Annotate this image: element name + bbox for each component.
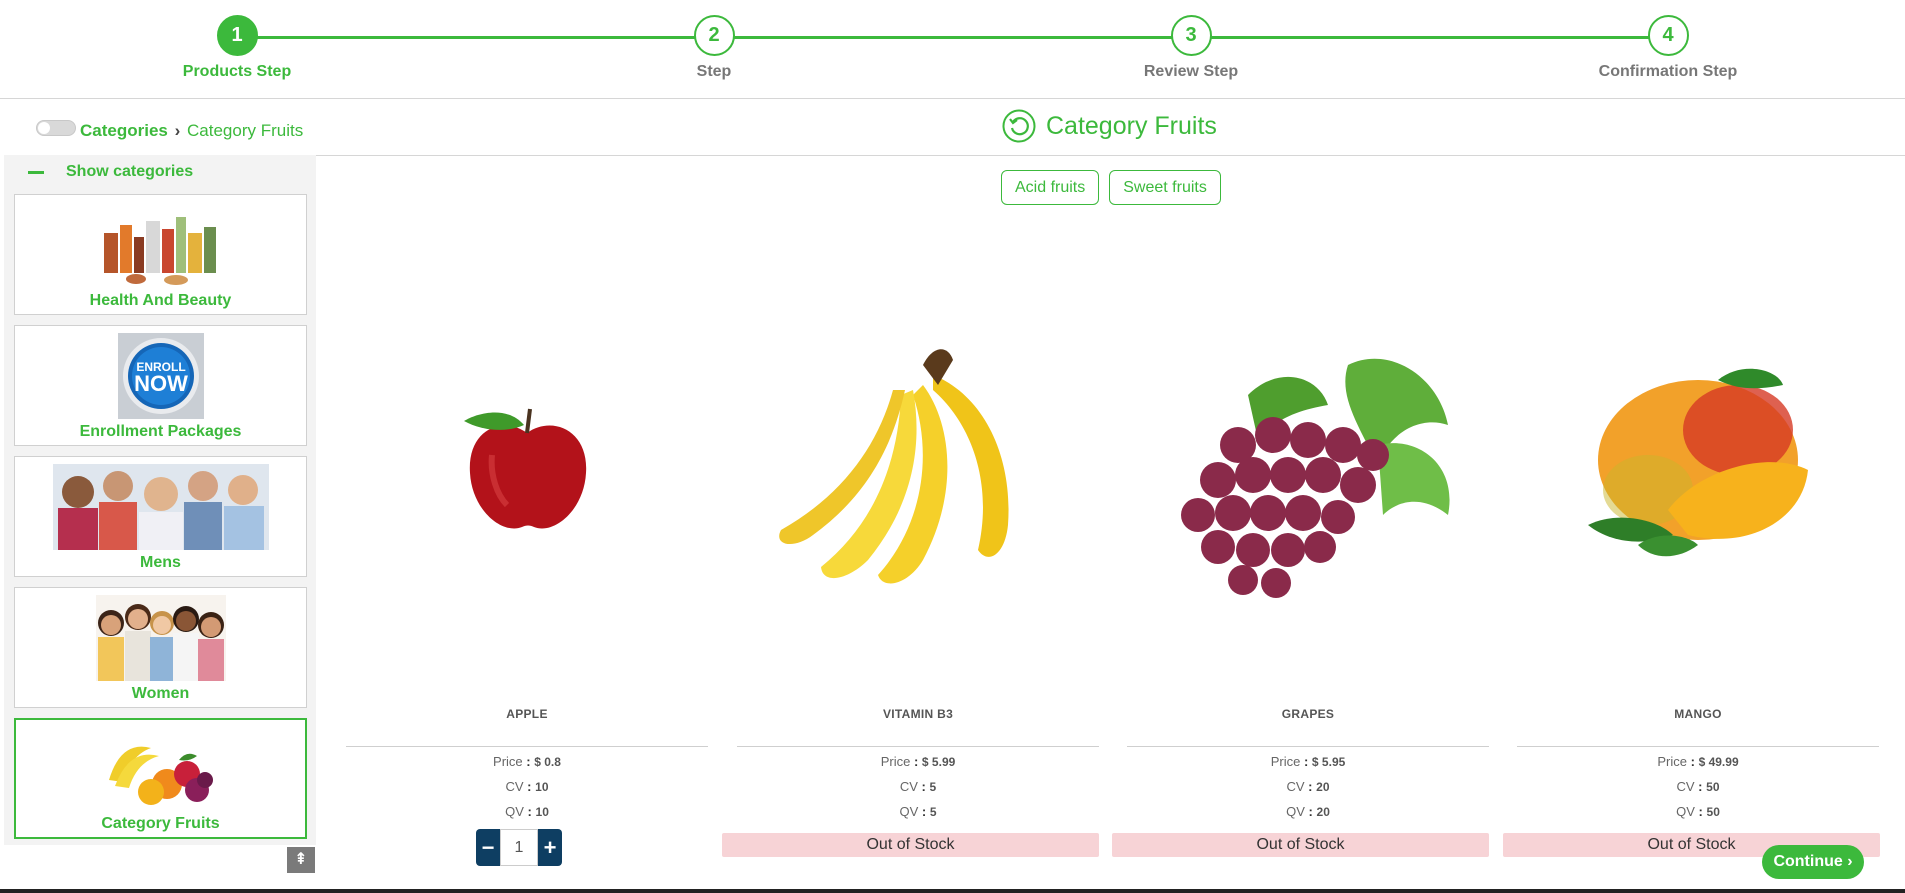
- out-of-stock-badge: Out of Stock: [1112, 833, 1489, 857]
- category-label: Mens: [140, 554, 181, 571]
- category-mens[interactable]: Mens: [14, 456, 307, 577]
- category-label: Enrollment Packages: [79, 423, 242, 440]
- divider: [1517, 746, 1879, 747]
- cosmetics-image: [15, 201, 306, 289]
- filter-acid-fruits-button[interactable]: Acid fruits: [1001, 170, 1100, 205]
- step-products[interactable]: 1 Products Step: [127, 15, 347, 81]
- category-enrollment-packages[interactable]: ENROLL NOW Enrollment Packages: [14, 325, 307, 446]
- category-label: Women: [131, 685, 190, 702]
- step-label: Step: [696, 63, 732, 80]
- minus-icon: [28, 170, 44, 174]
- product-price: Price : $ 5.99: [880, 754, 956, 769]
- step-label: Review Step: [1143, 63, 1239, 80]
- step-number: 4: [1647, 15, 1689, 56]
- checkout-stepper: 1 Products Step 2 Step 3 Review Step 4 C…: [0, 0, 1905, 99]
- step-number: 2: [693, 15, 735, 56]
- product-name: GRAPES: [1281, 707, 1335, 721]
- show-categories-label: Show categories: [66, 163, 194, 180]
- banana-image[interactable]: [737, 260, 1099, 680]
- divider: [346, 746, 708, 747]
- product-card-mango: MANGO Price : $ 49.99 CV : 50 QV : 50: [1517, 260, 1879, 822]
- men-group-image: [15, 463, 306, 551]
- product-cv: CV : 10: [505, 779, 549, 794]
- show-categories-toggle[interactable]: Show categories: [4, 155, 316, 189]
- filter-sweet-fruits-button[interactable]: Sweet fruits: [1109, 170, 1221, 205]
- product-price: Price : $ 5.95: [1270, 754, 1346, 769]
- quantity-decrease-button[interactable]: −: [476, 829, 500, 866]
- quantity-stepper: − +: [476, 829, 562, 866]
- product-qv: QV : 20: [1286, 804, 1330, 819]
- step-2[interactable]: 2 Step: [604, 15, 824, 81]
- category-label: Health And Beauty: [89, 292, 232, 309]
- category-women[interactable]: Women: [14, 587, 307, 708]
- product-cv: CV : 20: [1286, 779, 1330, 794]
- step-label: Products Step: [182, 63, 292, 80]
- product-qv: QV : 5: [899, 804, 937, 819]
- step-confirmation[interactable]: 4 Confirmation Step: [1558, 15, 1778, 81]
- page-header: Category Fruits: [1002, 109, 1217, 143]
- product-name: VITAMIN B3: [882, 707, 954, 721]
- now-text: NOW: [134, 371, 188, 396]
- product-card-apple: APPLE Price : $ 0.8 CV : 10 QV : 10: [346, 260, 708, 822]
- step-number: 3: [1170, 15, 1212, 56]
- category-health-and-beauty[interactable]: Health And Beauty: [14, 194, 307, 315]
- product-qv: QV : 10: [505, 804, 549, 819]
- category-fruits[interactable]: Category Fruits: [14, 718, 307, 839]
- category-sidebar: Show categories Health And Beauty ENROLL…: [4, 155, 316, 845]
- step-label: Confirmation Step: [1598, 63, 1738, 80]
- continue-button[interactable]: Continue ›: [1762, 845, 1864, 879]
- product-price: Price : $ 0.8: [493, 754, 561, 769]
- product-cv: CV : 5: [899, 779, 937, 794]
- out-of-stock-badge: Out of Stock: [722, 833, 1099, 857]
- bottom-edge: [0, 889, 1905, 893]
- product-cv: CV : 50: [1676, 779, 1720, 794]
- product-price: Price : $ 49.99: [1657, 754, 1739, 769]
- divider: [316, 155, 1905, 156]
- divider: [737, 746, 1099, 747]
- women-group-image: [15, 594, 306, 682]
- step-review[interactable]: 3 Review Step: [1081, 15, 1301, 81]
- page-title: Category Fruits: [1046, 111, 1217, 140]
- breadcrumb-categories-link[interactable]: Categories: [80, 121, 168, 140]
- quantity-increase-button[interactable]: +: [538, 829, 562, 866]
- product-name: MANGO: [1674, 707, 1722, 721]
- category-label: Category Fruits: [101, 815, 220, 832]
- product-qv: QV : 50: [1676, 804, 1720, 819]
- product-card-grapes: GRAPES Price : $ 5.95 CV : 20 QV : 20: [1127, 260, 1489, 822]
- chevron-right-icon: ›: [174, 121, 181, 140]
- product-name: APPLE: [506, 707, 548, 721]
- step-number: 1: [216, 15, 258, 56]
- divider: [1127, 746, 1489, 747]
- product-card-vitamin-b3: VITAMIN B3 Price : $ 5.99 CV : 5 QV : 5: [737, 260, 1099, 822]
- quantity-input[interactable]: [500, 829, 538, 866]
- mango-image[interactable]: [1517, 260, 1879, 680]
- enroll-now-badge: ENROLL NOW: [15, 332, 306, 420]
- filter-group: Acid fruits Sweet fruits: [1001, 170, 1221, 205]
- scroll-to-top-button[interactable]: ⇞: [287, 847, 315, 873]
- breadcrumb-current: Category Fruits: [187, 121, 304, 140]
- refresh-icon[interactable]: [1002, 109, 1036, 143]
- breadcrumb: Categories › Category Fruits: [80, 121, 303, 141]
- apple-image[interactable]: [346, 260, 708, 680]
- sidebar-toggle-switch[interactable]: [36, 120, 76, 136]
- grapes-image[interactable]: [1127, 260, 1489, 680]
- fruits-image: [16, 726, 305, 814]
